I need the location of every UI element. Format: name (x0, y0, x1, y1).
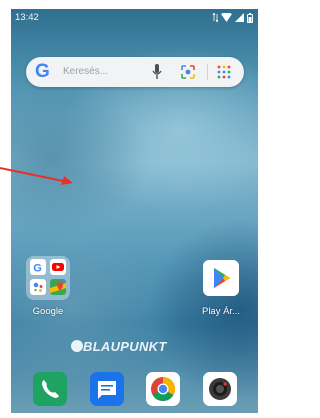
play-store-icon (214, 268, 230, 288)
chrome-app[interactable] (146, 372, 180, 406)
search-placeholder[interactable]: Keresés... (63, 66, 108, 77)
folder-label: Google (32, 306, 64, 317)
battery-icon (247, 12, 253, 23)
play-store-app[interactable] (203, 260, 239, 296)
search-divider (207, 64, 208, 80)
status-bar: 13:42 (11, 9, 258, 27)
assistant-icon (30, 279, 46, 295)
phone-app[interactable] (33, 372, 67, 406)
google-lens-icon[interactable] (181, 65, 195, 79)
google-folder[interactable]: G (26, 256, 70, 302)
google-search-bar[interactable]: G Keresés... (26, 57, 244, 87)
youtube-icon (50, 259, 66, 275)
google-logo: G (35, 61, 50, 82)
clock: 13:42 (15, 12, 39, 23)
data-arrows-icon (213, 13, 218, 22)
wifi-icon (221, 13, 232, 22)
apps-grid-icon[interactable] (217, 65, 231, 79)
blaupunkt-logo: BLAUPUNKT (83, 339, 167, 354)
messages-icon (98, 381, 116, 399)
camera-icon (209, 378, 231, 400)
blaupunkt-logo-dot (71, 340, 83, 352)
maps-icon (50, 279, 66, 295)
messages-app[interactable] (90, 372, 124, 406)
svg-text:G: G (33, 263, 42, 275)
play-store-label: Play Ár... (201, 306, 240, 317)
mic-icon[interactable] (152, 64, 162, 80)
chrome-icon (151, 377, 176, 402)
home-screen: 13:42 G Keresés... G Google Play Ár... B… (11, 9, 258, 413)
google-app-icon: G (30, 259, 46, 275)
signal-icon (235, 13, 244, 22)
status-icons (213, 12, 253, 23)
camera-app[interactable] (203, 372, 237, 406)
phone-icon (42, 380, 59, 398)
screenshot-frame: 13:42 G Keresés... G Google Play Ár... B… (0, 0, 263, 418)
